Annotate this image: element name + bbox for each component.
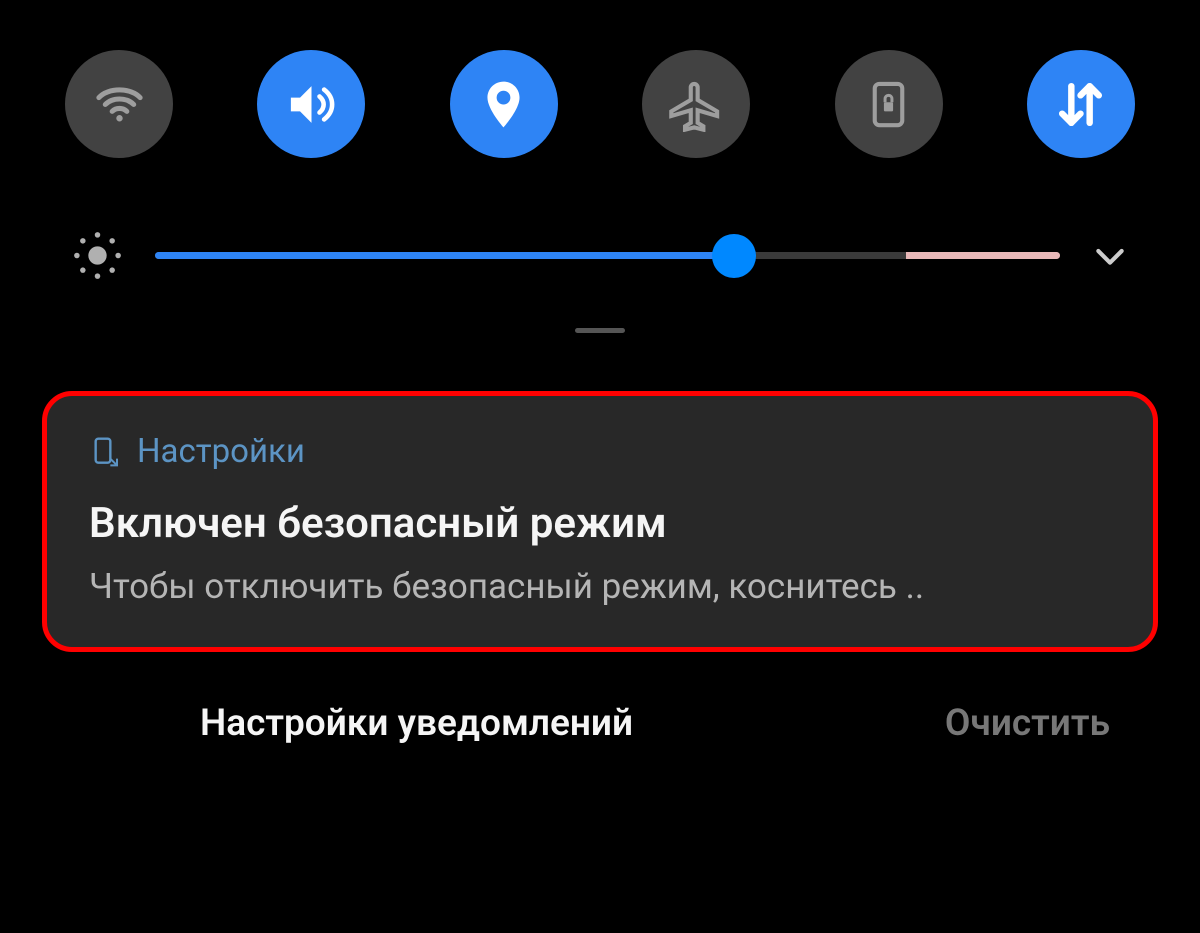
location-toggle[interactable] bbox=[450, 50, 558, 158]
notification-area: Настройки Включен безопасный режим Чтобы… bbox=[0, 391, 1200, 652]
clear-button[interactable]: Очистить bbox=[945, 702, 1110, 745]
safe-mode-notification[interactable]: Настройки Включен безопасный режим Чтобы… bbox=[42, 391, 1158, 652]
notification-body: Чтобы отключить безопасный режим, коснит… bbox=[89, 566, 1111, 607]
quick-toggle-row bbox=[50, 50, 1150, 158]
notification-app-name: Настройки bbox=[137, 432, 305, 471]
notification-title: Включен безопасный режим bbox=[89, 499, 1111, 548]
airplane-icon bbox=[669, 77, 724, 132]
notification-header: Настройки bbox=[89, 432, 1111, 471]
wifi-icon bbox=[92, 77, 147, 132]
data-transfer-icon bbox=[1053, 77, 1108, 132]
rotation-lock-toggle[interactable] bbox=[835, 50, 943, 158]
lock-icon bbox=[861, 77, 916, 132]
quick-settings-panel bbox=[0, 0, 1200, 353]
settings-app-icon bbox=[89, 436, 121, 468]
brightness-control bbox=[50, 228, 1150, 283]
expand-button[interactable] bbox=[1090, 236, 1130, 276]
sound-toggle[interactable] bbox=[257, 50, 365, 158]
chevron-down-icon bbox=[1090, 236, 1130, 276]
notification-footer: Настройки уведомлений Очистить bbox=[0, 662, 1200, 785]
drag-handle[interactable] bbox=[575, 328, 625, 333]
brightness-slider[interactable] bbox=[155, 231, 1060, 281]
brightness-icon bbox=[70, 228, 125, 283]
mobile-data-toggle[interactable] bbox=[1027, 50, 1135, 158]
location-icon bbox=[476, 77, 531, 132]
slider-thumb[interactable] bbox=[712, 234, 756, 278]
wifi-toggle[interactable] bbox=[65, 50, 173, 158]
sound-icon bbox=[284, 77, 339, 132]
airplane-toggle[interactable] bbox=[642, 50, 750, 158]
notification-settings-button[interactable]: Настройки уведомлений bbox=[200, 702, 633, 745]
